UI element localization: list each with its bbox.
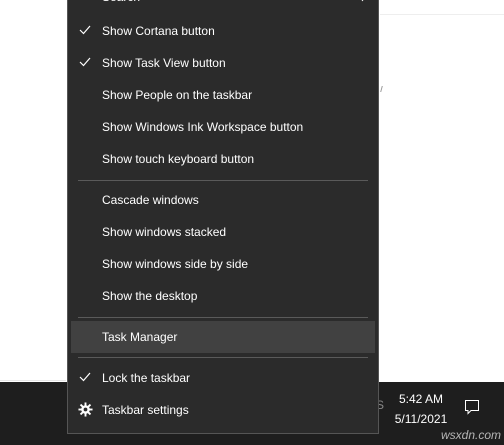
menu-item-show-task-view[interactable]: Show Task View button [68,47,378,79]
menu-item-label: Task Manager [102,330,178,344]
clock-date: 5/11/2021 [394,412,448,426]
menu-item-cascade-windows[interactable]: Cascade windows [68,184,378,216]
menu-item-show-people[interactable]: Show People on the taskbar [68,79,378,111]
menu-item-lock-taskbar[interactable]: Lock the taskbar [68,362,378,394]
menu-item-label: Show Cortana button [102,24,215,38]
menu-item-label: Show Windows Ink Workspace button [102,120,304,134]
chevron-right-icon [361,0,364,2]
watermark: wsxdn.com [441,428,502,442]
menu-item-show-desktop[interactable]: Show the desktop [68,280,378,312]
menu-item-show-cortana[interactable]: Show Cortana button [68,15,378,47]
menu-item-taskbar-settings[interactable]: Taskbar settings [68,394,378,426]
taskbar-clock[interactable]: 5:42 AM 5/11/2021 [381,386,461,427]
taskbar-context-menu: Search Show Cortana button Show Task Vie… [67,0,379,434]
action-center-button[interactable] [464,399,480,415]
checkmark-icon [79,57,91,67]
menu-separator [78,180,368,181]
notification-icon [465,400,479,415]
background-divider [380,14,504,15]
clock-time: 5:42 AM [398,392,444,406]
checkmark-icon [79,372,91,382]
menu-item-windows-side-by-side[interactable]: Show windows side by side [68,248,378,280]
background-divider [0,380,66,381]
menu-item-label: Search [102,0,140,13]
menu-separator [78,317,368,318]
menu-item-search[interactable]: Search [68,0,378,13]
menu-item-label: Show the desktop [102,289,198,303]
menu-item-label: Lock the taskbar [102,371,191,385]
menu-item-label: Taskbar settings [102,403,189,417]
menu-item-show-ink-workspace[interactable]: Show Windows Ink Workspace button [68,111,378,143]
menu-item-label: Show touch keyboard button [102,152,255,166]
menu-item-windows-stacked[interactable]: Show windows stacked [68,216,378,248]
menu-item-show-touch-keyboard[interactable]: Show touch keyboard button [68,143,378,175]
menu-item-label: Cascade windows [102,193,199,207]
menu-item-label: Show windows stacked [102,225,227,239]
menu-item-task-manager[interactable]: Task Manager [71,321,375,353]
menu-item-label: Show windows side by side [102,257,249,271]
menu-separator [78,357,368,358]
menu-item-label: Show People on the taskbar [102,88,253,102]
gear-icon [78,402,93,417]
checkmark-icon [79,25,91,35]
menu-item-label: Show Task View button [102,56,226,70]
